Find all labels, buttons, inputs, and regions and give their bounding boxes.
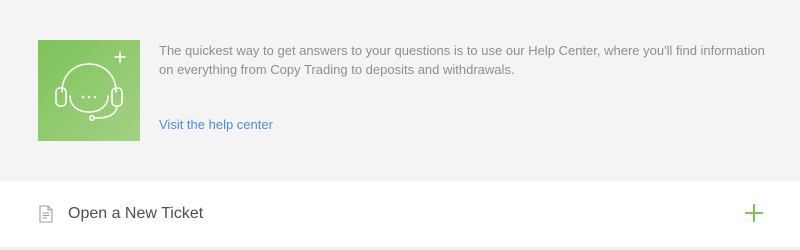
help-center-tile [38, 40, 140, 141]
plus-icon[interactable] [744, 203, 764, 223]
help-center-description: The quickest way to get answers to your … [159, 43, 765, 77]
open-new-ticket-label: Open a New Ticket [68, 205, 204, 222]
help-center-panel: The quickest way to get answers to your … [0, 0, 800, 180]
visit-help-center-link[interactable]: Visit the help center [159, 117, 273, 133]
open-new-ticket-row[interactable]: Open a New Ticket [0, 181, 800, 247]
headset-support-icon [55, 51, 126, 122]
document-icon [39, 205, 53, 223]
